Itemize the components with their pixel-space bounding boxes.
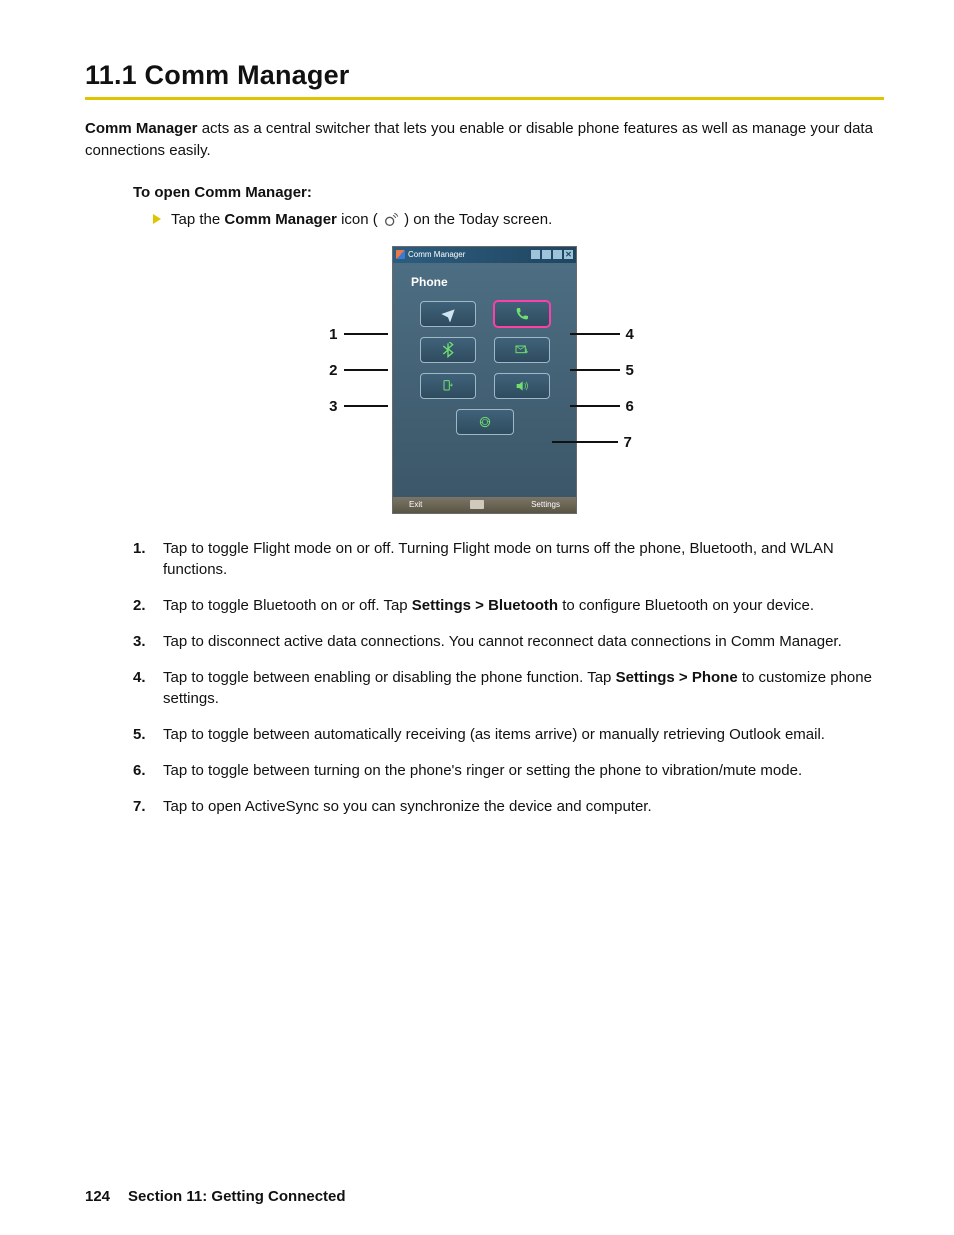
- callout-2: 2: [329, 362, 387, 379]
- device-softkeys: Exit Settings: [393, 497, 576, 513]
- device-screenshot: Comm Manager ✕ Phone: [392, 246, 577, 514]
- page-footer: 124 Section 11: Getting Connected: [85, 1188, 346, 1205]
- step-suffix: ) on the Today screen.: [400, 211, 552, 228]
- intro-rest: acts as a central switcher that lets you…: [85, 120, 873, 159]
- device-titlebar: Comm Manager ✕: [393, 247, 576, 263]
- list-item: Tap to toggle between automatically rece…: [133, 724, 884, 760]
- bluetooth-icon: [440, 342, 456, 358]
- subhead-open: To open Comm Manager:: [133, 184, 884, 201]
- device-button-grid: [393, 297, 576, 453]
- step-mid: icon (: [337, 211, 382, 228]
- pda-sync-icon: [440, 378, 456, 394]
- windows-flag-icon: [396, 250, 405, 259]
- airplane-icon: [440, 306, 456, 322]
- intro-bold: Comm Manager: [85, 120, 198, 137]
- callout-7: 7: [552, 434, 632, 451]
- device-section-label: Phone: [393, 263, 576, 297]
- list-item: Tap to toggle Flight mode on or off. Tur…: [133, 538, 884, 596]
- step-bold: Comm Manager: [224, 211, 337, 228]
- numbered-list: Tap to toggle Flight mode on or off. Tur…: [133, 538, 884, 832]
- status-icons: ✕: [531, 250, 573, 259]
- sync-status-icon: [531, 250, 540, 259]
- data-connection-button[interactable]: [420, 373, 476, 399]
- close-icon[interactable]: ✕: [564, 250, 573, 259]
- list-item: Tap to disconnect active data connection…: [133, 631, 884, 667]
- page-number: 124: [85, 1188, 110, 1205]
- softkey-settings[interactable]: Settings: [531, 500, 560, 509]
- callout-4: 4: [570, 326, 634, 343]
- callout-5: 5: [570, 362, 634, 379]
- mail-arrow-icon: [514, 342, 530, 358]
- ringer-button[interactable]: [494, 373, 550, 399]
- keyboard-icon[interactable]: [470, 500, 484, 509]
- figure: 1 2 3 4 5 6 7 Comm Manager ✕: [290, 246, 680, 514]
- callout-1: 1: [329, 326, 387, 343]
- list-item: Tap to toggle between turning on the pho…: [133, 760, 884, 796]
- flight-mode-button[interactable]: [420, 301, 476, 327]
- phone-icon: [514, 306, 530, 322]
- step-prefix: Tap the: [171, 211, 224, 228]
- activesync-button[interactable]: [456, 409, 514, 435]
- page-title: 11.1 Comm Manager: [85, 60, 884, 91]
- softkey-exit[interactable]: Exit: [409, 500, 422, 509]
- sync-circle-icon: [477, 414, 493, 430]
- callout-3: 3: [329, 398, 387, 415]
- step-line: Tap the Comm Manager icon ( ) on the Tod…: [153, 211, 884, 228]
- triangle-bullet-icon: [153, 214, 161, 224]
- phone-button[interactable]: [494, 301, 550, 327]
- signal-icon: [542, 250, 551, 259]
- volume-icon: [553, 250, 562, 259]
- manual-page: 11.1 Comm Manager Comm Manager acts as a…: [0, 0, 954, 1235]
- bluetooth-button[interactable]: [420, 337, 476, 363]
- callout-6: 6: [570, 398, 634, 415]
- device-title: Comm Manager: [408, 250, 465, 259]
- email-receive-button[interactable]: [494, 337, 550, 363]
- footer-section: Section 11: Getting Connected: [128, 1188, 346, 1205]
- speaker-icon: [514, 378, 530, 394]
- step-text: Tap the Comm Manager icon ( ) on the Tod…: [171, 211, 552, 228]
- figure-wrap: 1 2 3 4 5 6 7 Comm Manager ✕: [85, 246, 884, 514]
- list-item: Tap to toggle between enabling or disabl…: [133, 667, 884, 725]
- comm-manager-icon: [382, 213, 400, 227]
- intro-paragraph: Comm Manager acts as a central switcher …: [85, 118, 884, 162]
- title-rule: [85, 97, 884, 100]
- list-item: Tap to toggle Bluetooth on or off. Tap S…: [133, 595, 884, 631]
- list-item: Tap to open ActiveSync so you can synchr…: [133, 796, 884, 832]
